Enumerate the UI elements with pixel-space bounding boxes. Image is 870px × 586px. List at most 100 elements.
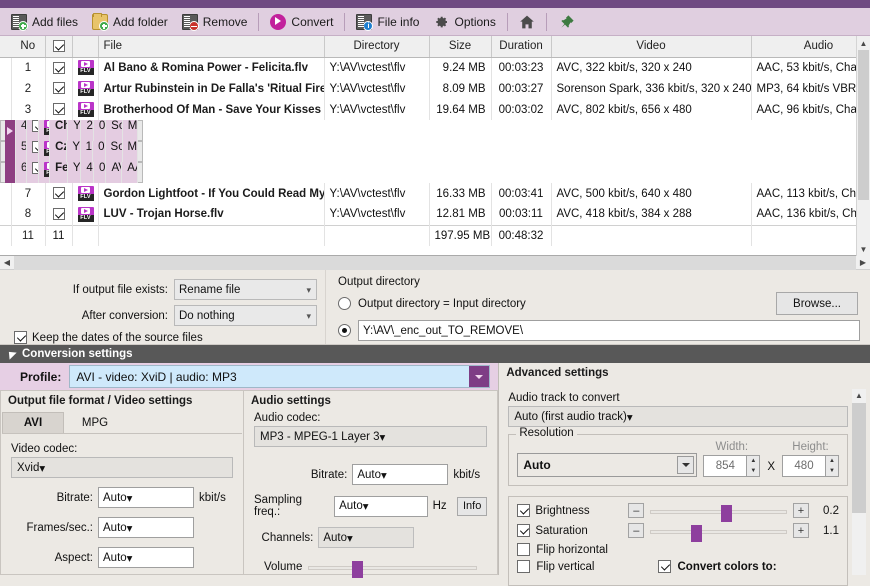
- height-increment-icon[interactable]: ▲: [826, 456, 838, 466]
- column-header-checkbox[interactable]: [45, 36, 73, 58]
- row-checkbox[interactable]: [52, 82, 65, 95]
- same-as-input-row[interactable]: Output directory = Input directory Brows…: [338, 292, 860, 315]
- column-header-icon[interactable]: [72, 36, 99, 58]
- scroll-right-icon[interactable]: ▶: [856, 258, 870, 267]
- audio-bitrate-select[interactable]: Auto ▾: [352, 464, 449, 485]
- flip-horizontal-checkbox[interactable]: [517, 543, 531, 556]
- table-row[interactable]: 2 FLV Artur Rubinstein in De Falla's 'Ritu…: [0, 78, 870, 99]
- resolution-dropdown-button[interactable]: [677, 456, 695, 474]
- brightness-checkbox[interactable]: [517, 504, 531, 517]
- file-list-vertical-scrollbar[interactable]: ▲ ▼: [856, 36, 870, 256]
- column-header-file[interactable]: File: [98, 36, 325, 58]
- audio-samplingfreq-select[interactable]: Auto ▾: [334, 495, 428, 517]
- profile-select[interactable]: AVI - video: XviD | audio: MP3: [69, 365, 491, 388]
- scrollbar-thumb[interactable]: [858, 50, 869, 200]
- row-checkbox-cell[interactable]: [45, 183, 73, 204]
- profile-dropdown-button[interactable]: [469, 366, 490, 387]
- file-list[interactable]: No File Directory Size Duration Video Au…: [0, 36, 870, 256]
- width-stepper[interactable]: 854 ▲ ▼: [703, 455, 761, 477]
- saturation-checkbox[interactable]: [517, 524, 531, 537]
- brightness-slider-thumb[interactable]: [721, 504, 733, 522]
- video-bitrate-select[interactable]: Auto ▾: [98, 487, 194, 508]
- table-row[interactable]: 3 FLV Brotherhood Of Man - Save Your Kisse…: [0, 99, 870, 120]
- audio-info-button[interactable]: Info: [456, 496, 488, 516]
- row-checkbox-cell[interactable]: [45, 78, 73, 99]
- hscroll-thumb[interactable]: [14, 255, 856, 270]
- convert-button[interactable]: Convert: [263, 10, 340, 34]
- table-row[interactable]: 6 FLVFeliz Navidad - Playing For Change.f…: [0, 162, 143, 183]
- row-checkbox-cell[interactable]: [45, 57, 73, 78]
- column-header-directory[interactable]: Directory: [324, 36, 430, 58]
- tab-avi[interactable]: AVI: [2, 412, 64, 433]
- column-header-video[interactable]: Video: [551, 36, 752, 58]
- height-value[interactable]: 480: [782, 455, 826, 477]
- convert-colors-checkbox[interactable]: [658, 560, 672, 573]
- saturation-increase-button[interactable]: +: [793, 523, 809, 538]
- conversion-settings-header[interactable]: Conversion settings: [0, 345, 870, 363]
- row-checkbox[interactable]: [52, 208, 65, 221]
- audio-track-select[interactable]: Auto (first audio track) ▾: [508, 406, 848, 427]
- scroll-up-icon[interactable]: ▲: [852, 389, 866, 403]
- brightness-toggle[interactable]: Brightness: [517, 504, 622, 517]
- row-checkbox-cell[interactable]: [27, 162, 39, 183]
- column-header-audio[interactable]: Audio: [751, 36, 870, 58]
- output-directory-input[interactable]: Y:\AV\_enc_out_TO_REMOVE\: [358, 320, 860, 341]
- video-codec-select[interactable]: Xvid ▾: [11, 457, 233, 478]
- select-all-checkbox[interactable]: [52, 40, 65, 53]
- resolution-select[interactable]: Auto: [517, 453, 698, 477]
- saturation-decrease-button[interactable]: –: [628, 523, 645, 538]
- row-checkbox-cell[interactable]: [45, 204, 73, 225]
- column-header-no[interactable]: No: [11, 36, 46, 58]
- scroll-left-icon[interactable]: ◀: [0, 258, 14, 267]
- height-stepper[interactable]: 480 ▲ ▼: [782, 455, 839, 477]
- keep-dates-checkbox[interactable]: [14, 331, 27, 344]
- same-as-input-radio[interactable]: [338, 297, 351, 310]
- custom-directory-radio[interactable]: [338, 324, 351, 337]
- keep-dates-row[interactable]: Keep the dates of the source files: [14, 331, 317, 344]
- if-output-exists-select[interactable]: Rename file ▾: [174, 279, 317, 300]
- pin-button[interactable]: [551, 10, 581, 34]
- row-checkbox-cell[interactable]: [45, 99, 73, 120]
- tab-mpg[interactable]: MPG: [64, 412, 126, 433]
- flip-horizontal-row[interactable]: Flip horizontal: [517, 543, 839, 556]
- height-spinner-buttons[interactable]: ▲ ▼: [826, 455, 839, 477]
- browse-button[interactable]: Browse...: [776, 292, 858, 315]
- column-header-duration[interactable]: Duration: [491, 36, 552, 58]
- width-spinner-buttons[interactable]: ▲ ▼: [747, 455, 761, 477]
- row-checkbox[interactable]: [52, 103, 65, 116]
- height-decrement-icon[interactable]: ▼: [826, 466, 838, 476]
- table-row[interactable]: 4 FLVChopin - Polonaise As-Dur op 53 'Her…: [0, 120, 143, 141]
- options-button[interactable]: Options: [426, 10, 502, 34]
- table-row[interactable]: 1 FLV Al Bano & Romina Power - Felicita.fl…: [0, 57, 870, 78]
- home-button[interactable]: [512, 10, 542, 34]
- collapse-triangle-icon[interactable]: [5, 348, 17, 360]
- table-row[interactable]: 5 FLVCzesław Niemen - Inside I'm Dying.fl…: [0, 141, 143, 162]
- add-files-button[interactable]: Add files: [4, 10, 85, 34]
- audio-volume-slider[interactable]: [308, 560, 478, 578]
- scroll-down-icon[interactable]: ▼: [857, 242, 870, 256]
- add-folder-button[interactable]: Add folder: [85, 10, 175, 34]
- custom-directory-row[interactable]: Y:\AV\_enc_out_TO_REMOVE\: [338, 320, 860, 341]
- advanced-scrollbar-thumb[interactable]: [852, 403, 866, 513]
- advanced-scrollbar[interactable]: ▲: [852, 389, 866, 575]
- brightness-decrease-button[interactable]: –: [628, 503, 645, 518]
- file-list-horizontal-scrollbar[interactable]: ◀ ▶: [0, 255, 870, 270]
- table-row[interactable]: 8 FLV LUV - Trojan Horse.flv Y:\AV\vctest\f…: [0, 204, 870, 225]
- flip-vertical-checkbox[interactable]: [517, 560, 531, 573]
- brightness-increase-button[interactable]: +: [793, 503, 809, 518]
- width-increment-icon[interactable]: ▲: [747, 456, 759, 466]
- audio-codec-select[interactable]: MP3 - MPEG-1 Layer 3 ▾: [254, 426, 488, 447]
- brightness-slider[interactable]: [650, 504, 787, 522]
- audio-channels-select[interactable]: Auto ▾: [318, 527, 415, 548]
- width-decrement-icon[interactable]: ▼: [747, 466, 759, 476]
- flip-vertical-row[interactable]: Flip vertical Convert colors to:: [517, 560, 839, 573]
- row-checkbox-cell[interactable]: [27, 120, 39, 141]
- row-checkbox[interactable]: [52, 187, 65, 200]
- remove-button[interactable]: Remove: [175, 10, 255, 34]
- saturation-slider[interactable]: [650, 524, 787, 542]
- table-row[interactable]: 7 FLV Gordon Lightfoot - If You Could Read…: [0, 183, 870, 204]
- saturation-slider-thumb[interactable]: [691, 524, 703, 542]
- width-value[interactable]: 854: [703, 455, 748, 477]
- after-conversion-select[interactable]: Do nothing ▾: [174, 305, 317, 326]
- video-fps-select[interactable]: Auto ▾: [98, 517, 194, 538]
